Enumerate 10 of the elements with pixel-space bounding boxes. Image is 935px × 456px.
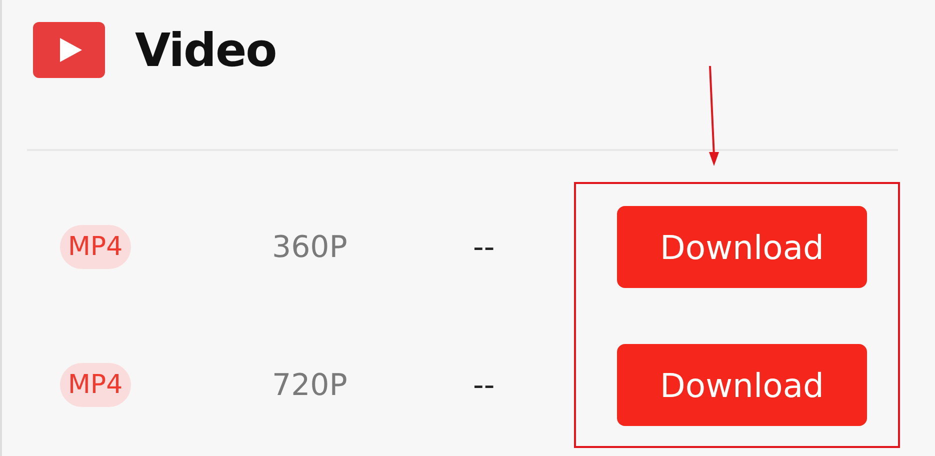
- download-button[interactable]: Download: [617, 344, 867, 426]
- quality-label: 360P: [272, 230, 348, 264]
- play-icon: [33, 22, 105, 78]
- quality-label: 720P: [272, 368, 348, 402]
- format-badge: MP4: [60, 225, 131, 269]
- size-label: --: [473, 230, 496, 264]
- section-title: Video: [135, 23, 276, 77]
- download-button[interactable]: Download: [617, 206, 867, 288]
- size-label: --: [473, 368, 496, 402]
- format-badge: MP4: [60, 363, 131, 407]
